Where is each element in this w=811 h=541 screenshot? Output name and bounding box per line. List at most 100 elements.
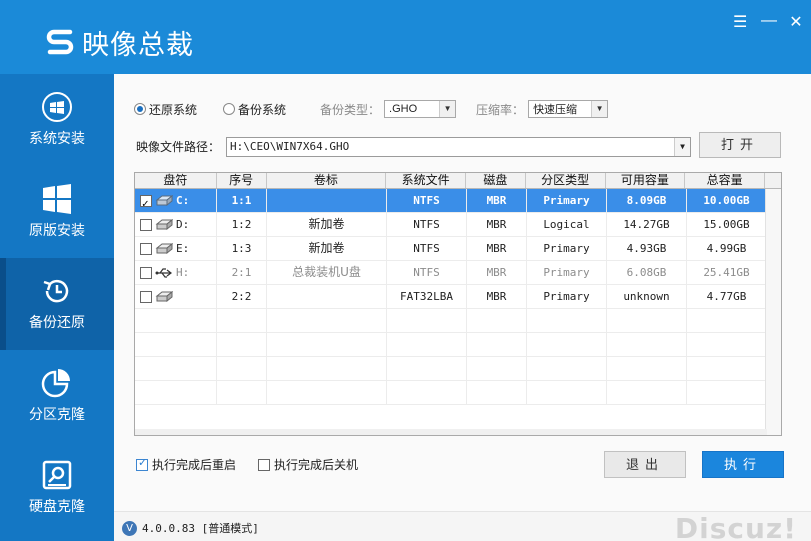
compression-label: 压缩率： — [476, 102, 525, 117]
chevron-down-icon[interactable]: ▼ — [674, 138, 690, 156]
backup-label[interactable]: 备份系统 — [238, 101, 286, 118]
index-cell: 1:1 — [217, 189, 267, 212]
watermark: Discuz! — [674, 512, 797, 541]
disk-cell: MBR — [467, 189, 527, 212]
hard-disk-icon — [155, 290, 173, 302]
drive-cell: D: — [135, 213, 217, 236]
label-cell — [267, 285, 387, 308]
column-header[interactable]: 磁盘 — [466, 173, 526, 188]
sidebar-item-label: 分区克隆 — [29, 406, 85, 422]
sidebar-item-label: 原版安装 — [29, 222, 85, 238]
disk-cell: MBR — [467, 261, 527, 284]
menu-icon[interactable]: ☰ — [733, 12, 747, 32]
row-checkbox[interactable] — [140, 290, 152, 303]
horizontal-scrollbar[interactable] — [135, 429, 767, 435]
free-cell: 6.08GB — [607, 261, 687, 284]
minimize-icon[interactable]: — — [761, 12, 777, 32]
table-row[interactable]: C: 1:1 NTFS MBR Primary 8.09GB 10.00GB — [135, 189, 781, 213]
table-header: 盘符 序号 卷标 系统文件 磁盘 分区类型 可用容量 总容量 — [135, 173, 781, 189]
column-header[interactable]: 总容量 — [685, 173, 766, 188]
type-cell: Primary — [527, 237, 607, 260]
column-header[interactable]: 可用容量 — [606, 173, 686, 188]
backup-type-value: .GHO — [389, 103, 418, 115]
main-panel: 还原系统 备份系统 备份类型： .GHO ▼ 压缩率： 快速压缩 ▼ 映像文件路… — [114, 74, 811, 541]
disk-cell: MBR — [467, 213, 527, 236]
table-row[interactable]: H: 2:1 总裁装机U盘 NTFS MBR Primary 6.08GB 25… — [135, 261, 781, 285]
hard-disk-icon — [155, 242, 173, 254]
completion-options: 执行完成后重启 执行完成后关机 — [136, 456, 358, 473]
backup-restore-icon — [43, 279, 69, 303]
drive-letter: D: — [176, 218, 190, 231]
path-row: 映像文件路径： — [136, 138, 220, 155]
total-cell: 25.41GB — [687, 261, 767, 284]
backup-type-label: 备份类型： — [320, 102, 381, 117]
close-icon[interactable]: ✕ — [789, 12, 803, 32]
window-controls: ☰ — ✕ — [733, 12, 803, 32]
disk-cell: MBR — [467, 285, 527, 308]
table-row[interactable]: 2:2 FAT32LBA MBR Primary unknown 4.77GB — [135, 285, 781, 309]
restore-label[interactable]: 还原系统 — [149, 101, 197, 118]
drive-letter: C: — [176, 194, 190, 207]
image-path-value: H:\CEO\WIN7X64.GHO — [230, 140, 350, 153]
backup-type-select[interactable]: .GHO ▼ — [384, 100, 457, 118]
column-header[interactable]: 分区类型 — [526, 173, 606, 188]
empty-row — [135, 381, 781, 405]
empty-row — [135, 309, 781, 333]
sidebar-item-label: 备份还原 — [29, 314, 85, 330]
restart-checkbox[interactable] — [136, 456, 148, 471]
image-path-input[interactable]: H:\CEO\WIN7X64.GHO ▼ — [226, 137, 691, 157]
open-button[interactable]: 打开 — [699, 132, 781, 158]
row-checkbox[interactable] — [140, 266, 152, 279]
mode-row: 还原系统 备份系统 备份类型： .GHO ▼ 压缩率： 快速压缩 ▼ — [134, 100, 609, 118]
row-checkbox[interactable] — [140, 192, 152, 212]
index-cell: 2:1 — [217, 261, 267, 284]
shutdown-label[interactable]: 执行完成后关机 — [274, 456, 358, 473]
chevron-down-icon: ▼ — [591, 101, 608, 117]
title-bar: 映像总裁 ☰ — ✕ — [0, 0, 811, 74]
execute-button[interactable]: 执行 — [702, 451, 784, 478]
column-header[interactable]: 盘符 — [135, 173, 217, 188]
free-cell: unknown — [607, 285, 687, 308]
free-cell: 8.09GB — [607, 189, 687, 212]
row-checkbox[interactable] — [140, 218, 152, 231]
fs-cell: NTFS — [387, 213, 467, 236]
vertical-scrollbar[interactable] — [765, 189, 781, 435]
compression-select[interactable]: 快速压缩 ▼ — [528, 100, 609, 118]
column-header[interactable]: 卷标 — [267, 173, 387, 188]
column-header[interactable]: 序号 — [217, 173, 267, 188]
label-cell: 新加卷 — [267, 237, 387, 260]
table-row[interactable]: E: 1:3 新加卷 NTFS MBR Primary 4.93GB 4.99G… — [135, 237, 781, 261]
sidebar-item-original-install[interactable]: 原版安装 — [0, 166, 114, 258]
app-title: 映像总裁 — [82, 29, 194, 61]
usb-icon — [155, 267, 172, 278]
total-cell: 4.77GB — [687, 285, 767, 308]
fs-cell: FAT32LBA — [387, 285, 467, 308]
type-cell: Logical — [527, 213, 607, 236]
app-logo: 映像总裁 — [44, 24, 194, 61]
index-cell: 1:2 — [217, 213, 267, 236]
hard-disk-icon — [155, 218, 173, 230]
chevron-down-icon: ▼ — [439, 101, 456, 117]
table-row[interactable]: D: 1:2 新加卷 NTFS MBR Logical 14.27GB 15.0… — [135, 213, 781, 237]
fs-cell: NTFS — [387, 261, 467, 284]
backup-radio[interactable] — [223, 103, 236, 115]
restore-radio[interactable] — [134, 103, 146, 115]
sidebar-item-partition-clone[interactable]: 分区克隆 — [0, 350, 114, 442]
sidebar: 系统安装 原版安装 备份还原 分区克隆 硬盘克隆 — [0, 74, 114, 541]
sidebar-item-backup-restore[interactable]: 备份还原 — [0, 258, 114, 350]
sidebar-item-label: 硬盘克隆 — [29, 498, 85, 514]
partition-table: 盘符 序号 卷标 系统文件 磁盘 分区类型 可用容量 总容量 C: 1:1 NT… — [134, 172, 782, 436]
shutdown-checkbox[interactable] — [258, 458, 271, 471]
drive-letter: E: — [176, 242, 190, 255]
drive-cell: C: — [135, 189, 217, 212]
column-header[interactable]: 系统文件 — [386, 173, 466, 188]
empty-row — [135, 357, 781, 381]
compression-value: 快速压缩 — [533, 104, 578, 116]
sidebar-item-disk-clone[interactable]: 硬盘克隆 — [0, 442, 114, 534]
restart-label[interactable]: 执行完成后重启 — [152, 456, 236, 473]
row-checkbox[interactable] — [140, 242, 152, 255]
label-cell: 总裁装机U盘 — [267, 261, 387, 284]
exit-button[interactable]: 退出 — [604, 451, 686, 478]
sidebar-item-system-install[interactable]: 系统安装 — [0, 74, 114, 166]
disk-cell: MBR — [467, 237, 527, 260]
